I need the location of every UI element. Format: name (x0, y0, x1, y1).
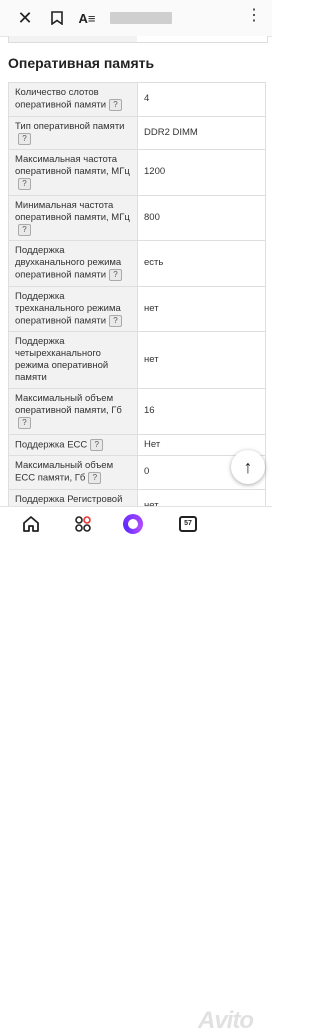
spec-row: Поддержка трехканального режима оператив… (8, 285, 266, 333)
help-icon[interactable]: ? (90, 438, 104, 451)
help-icon[interactable]: ? (18, 223, 31, 236)
spec-row: Максимальная частота оперативной памяти,… (8, 149, 266, 196)
spec-value: 16 (137, 388, 266, 435)
spec-key-cell: Максимальный объем ECC памяти, Гб? (8, 455, 138, 490)
spec-row: Максимальный объем ECC памяти, Гб? 0 (8, 455, 266, 490)
help-icon[interactable]: ? (109, 314, 123, 327)
spec-key-cell: Количество слотов оперативной памяти? (8, 82, 138, 117)
avito-watermark: Avito (198, 1007, 254, 1034)
spec-key-cell: Поддержка трехканального режима оператив… (8, 285, 138, 333)
spec-key: Поддержка двухканального режима оператив… (15, 245, 122, 281)
spec-row: Минимальная частота оперативной памяти, … (8, 194, 266, 242)
help-icon[interactable]: ? (18, 178, 31, 191)
close-icon[interactable]: ✕ (12, 5, 38, 31)
spec-key-cell: Поддержка ECC? (8, 433, 138, 457)
bookmark-icon[interactable] (44, 5, 70, 31)
tabs-icon[interactable]: 57 (175, 512, 201, 536)
scroll-to-top-button[interactable]: ↑ (231, 450, 265, 484)
spec-key-cell: Максимальный объем оперативной памяти, Г… (8, 388, 138, 435)
home-icon[interactable] (18, 512, 44, 536)
spec-row: Поддержка четырехканального режима опера… (8, 331, 266, 390)
browser-top-bar: ✕ A≡ ⋮ (0, 0, 272, 37)
services-icon[interactable] (70, 512, 96, 536)
alice-assistant-icon[interactable] (120, 512, 146, 536)
spec-key-cell: Тип оперативной памяти? (8, 115, 138, 151)
url-bar[interactable] (110, 12, 172, 24)
help-icon[interactable]: ? (109, 99, 123, 111)
spec-value: нет (137, 285, 266, 333)
spec-value: 4 (137, 82, 266, 117)
spec-key: Поддержка ECC (15, 439, 88, 451)
spec-key: Максимальный объем оперативной памяти, Г… (15, 393, 122, 417)
spec-value: есть (137, 240, 266, 287)
help-icon[interactable]: ? (18, 417, 31, 430)
spec-key: Минимальная частота оперативной памяти, … (15, 199, 130, 223)
specs-table: Количество слотов оперативной памяти? 4 Ти… (8, 82, 266, 523)
spec-row: Количество слотов оперативной памяти? 4 (8, 82, 266, 117)
spec-value: DDR2 DIMM (137, 115, 266, 151)
more-vertical-icon[interactable]: ⋮ (246, 5, 262, 25)
spec-key: Поддержка четырехканального режима опера… (15, 336, 109, 384)
tabs-count: 57 (179, 516, 197, 532)
section-title: Оперативная память (8, 55, 155, 71)
spec-value: нет (137, 331, 266, 390)
spec-key: Количество слотов оперативной памяти (15, 87, 107, 111)
bottom-navigation: 57 Avito (0, 506, 272, 1034)
spec-key-cell: Максимальная частота оперативной памяти,… (8, 149, 138, 196)
spec-key-cell: Поддержка четырехканального режима опера… (8, 331, 138, 390)
previous-table-row (8, 36, 268, 43)
spec-value: 800 (137, 194, 266, 242)
spec-key: Тип оперативной памяти (15, 120, 125, 132)
spec-key-cell: Поддержка двухканального режима оператив… (8, 240, 138, 287)
spec-row: Максимальный объем оперативной памяти, Г… (8, 388, 266, 435)
help-icon[interactable]: ? (109, 269, 123, 282)
help-icon[interactable]: ? (18, 132, 31, 145)
reader-mode-icon[interactable]: A≡ (74, 5, 100, 31)
spec-key: Поддержка трехканального режима оператив… (15, 290, 121, 327)
spec-row: Тип оперативной памяти? DDR2 DIMM (8, 115, 266, 151)
spec-key-cell: Минимальная частота оперативной памяти, … (8, 194, 138, 242)
spec-row: Поддержка двухканального режима оператив… (8, 240, 266, 287)
spec-key: Максимальная частота оперативной памяти,… (15, 154, 130, 178)
spec-row: Поддержка ECC? Нет (8, 433, 266, 457)
help-icon[interactable]: ? (88, 472, 102, 485)
spec-value: 1200 (137, 149, 266, 196)
